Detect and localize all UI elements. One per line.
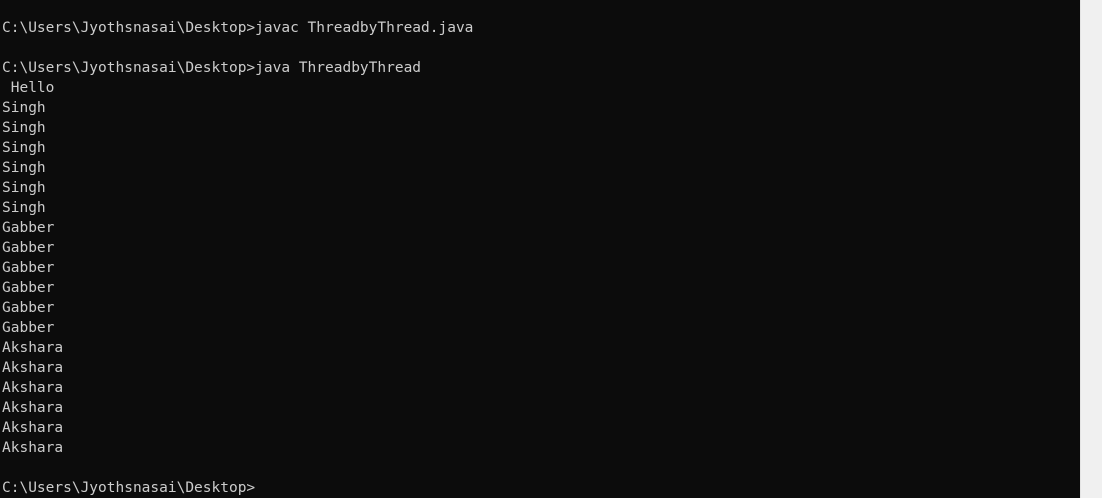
- console-line: Akshara: [2, 360, 64, 376]
- console-line: Gabber: [2, 240, 55, 256]
- console-line: Singh: [2, 180, 46, 196]
- console-output: C:\Users\Jyothsnasai\Desktop>javac Threa…: [2, 18, 1078, 498]
- console-line: C:\Users\Jyothsnasai\Desktop>java Thread…: [2, 60, 422, 76]
- console-line: Singh: [2, 140, 46, 156]
- console-line: Gabber: [2, 260, 55, 276]
- console-window[interactable]: C:\Users\Jyothsnasai\Desktop>javac Threa…: [0, 0, 1102, 498]
- console-line: Akshara: [2, 440, 64, 456]
- console-line: Gabber: [2, 280, 55, 296]
- console-line: Akshara: [2, 340, 64, 356]
- console-line: Singh: [2, 120, 46, 136]
- console-line: Akshara: [2, 420, 64, 436]
- console-line: Gabber: [2, 300, 55, 316]
- console-line: Akshara: [2, 380, 64, 396]
- console-line: C:\Users\Jyothsnasai\Desktop>javac Threa…: [2, 20, 474, 36]
- console-line: Gabber: [2, 320, 55, 336]
- console-line: Singh: [2, 160, 46, 176]
- console-line: Gabber: [2, 220, 55, 236]
- console-line: Akshara: [2, 400, 64, 416]
- console-line: Hello: [2, 80, 55, 96]
- console-line: Singh: [2, 100, 46, 116]
- vertical-scrollbar[interactable]: [1080, 0, 1102, 498]
- command-prompt-line[interactable]: C:\Users\Jyothsnasai\Desktop>: [2, 478, 1078, 498]
- console-line: Singh: [2, 200, 46, 216]
